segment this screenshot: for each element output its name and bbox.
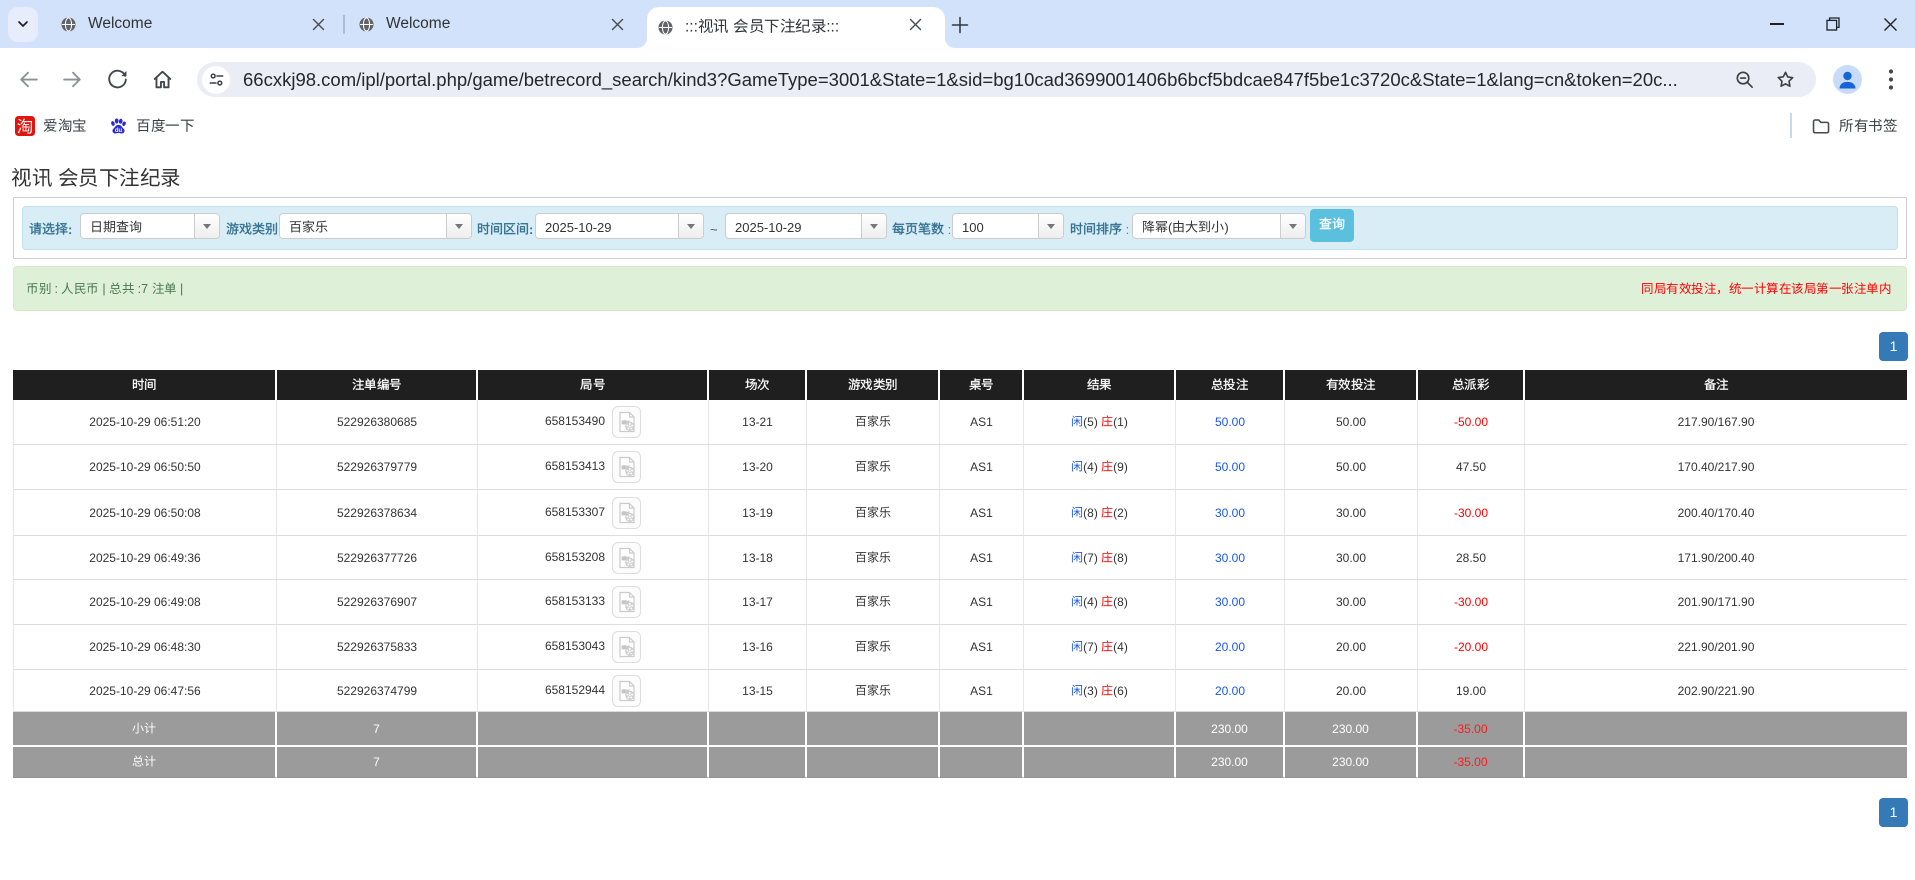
- svg-text:du: du: [115, 128, 123, 134]
